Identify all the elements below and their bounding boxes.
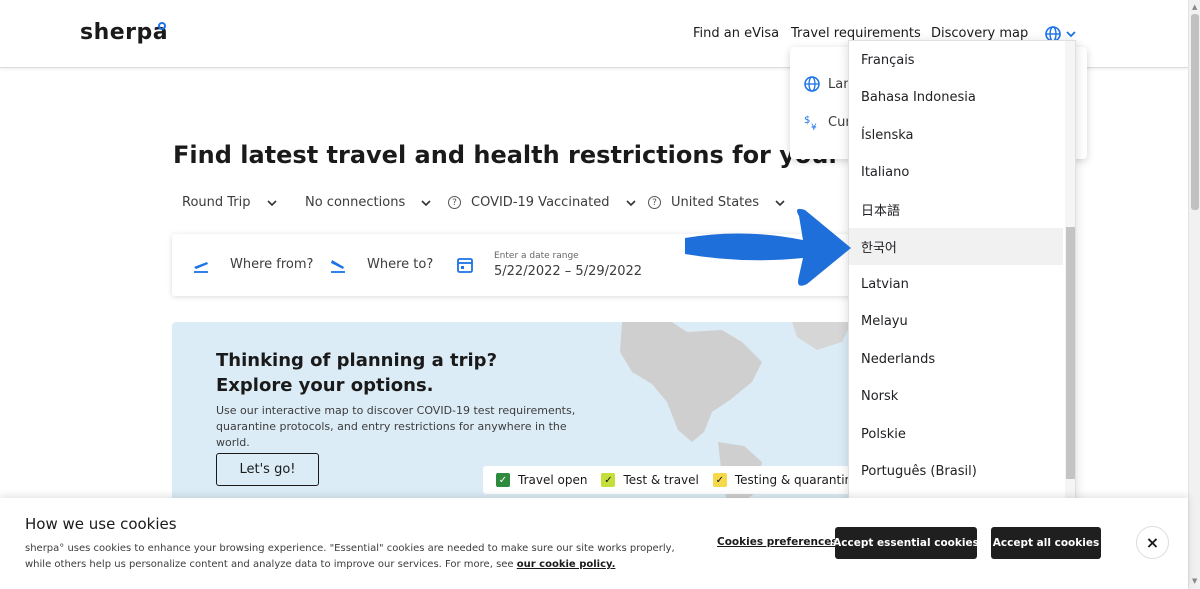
nav-discovery-map[interactable]: Discovery map <box>931 26 1028 41</box>
cookie-text: sherpa° uses cookies to enhance your bro… <box>25 541 685 573</box>
close-icon[interactable]: × <box>1136 526 1169 559</box>
cookie-preferences-link[interactable]: Cookies preferences <box>717 536 838 548</box>
panel-title-line1: Thinking of planning a trip? <box>216 350 498 371</box>
language-dropdown[interactable]: Français Bahasa Indonesia Íslenska Itali… <box>848 40 1076 500</box>
dropdown-scrollbar[interactable] <box>1065 41 1075 499</box>
to-input[interactable]: Where to? <box>367 257 433 272</box>
language-option[interactable]: Latvian <box>849 266 1063 303</box>
calendar-icon <box>457 258 473 273</box>
help-icon: ? <box>448 196 461 209</box>
legend-travel-open: ✓ Travel open <box>496 473 587 487</box>
dropdown-scrollbar-thumb[interactable] <box>1066 227 1075 479</box>
panel-description: Use our interactive map to discover COVI… <box>216 404 576 449</box>
language-option[interactable]: Melayu <box>849 303 1063 340</box>
nav-find-evisa[interactable]: Find an eVisa <box>693 26 779 41</box>
connections-select[interactable]: No connections <box>305 195 431 210</box>
vaccination-select[interactable]: ? COVID-19 Vaccinated <box>448 195 636 210</box>
language-menu-item[interactable]: Lan <box>804 76 851 92</box>
map-legend: ✓ Travel open ✓ Test & travel ✓ Testing … <box>483 466 872 494</box>
date-range-label: Enter a date range <box>494 251 579 261</box>
logo[interactable]: sherpa <box>80 20 168 45</box>
currency-exchange-icon: $ ¥ <box>804 115 817 131</box>
cookie-policy-link[interactable]: our cookie policy. <box>517 559 616 570</box>
language-option[interactable]: Français <box>849 42 1063 79</box>
date-range-input[interactable]: 5/22/2022 – 5/29/2022 <box>494 264 642 279</box>
chevron-down-icon <box>625 199 636 206</box>
language-option[interactable]: Bahasa Indonesia <box>849 79 1063 116</box>
svg-text:$: $ <box>804 115 810 126</box>
language-option[interactable]: Português (Brasil) <box>849 453 1063 490</box>
accept-essential-button[interactable]: Accept essential cookies <box>833 527 979 559</box>
legend-test-travel: ✓ Test & travel <box>601 473 699 487</box>
cookie-banner: How we use cookies sherpa° uses cookies … <box>0 498 1188 589</box>
chevron-down-icon[interactable] <box>1065 28 1077 40</box>
check-icon: ✓ <box>712 473 727 487</box>
lets-go-button[interactable]: Let's go! <box>216 453 319 486</box>
annotation-arrow-icon <box>685 208 851 286</box>
svg-text:¥: ¥ <box>811 123 817 131</box>
panel-title: Thinking of planning a trip? Explore you… <box>216 348 497 398</box>
language-option[interactable]: Íslenska <box>849 117 1063 154</box>
scroll-down-icon[interactable]: ▼ <box>1192 577 1197 585</box>
language-option[interactable]: Italiano <box>849 154 1063 191</box>
page-scrollbar[interactable]: ▲ ▼ <box>1188 0 1200 589</box>
trip-type-label: Round Trip <box>182 195 251 210</box>
language-option-highlighted[interactable]: 한국어 <box>849 228 1063 265</box>
vaccination-label: COVID-19 Vaccinated <box>471 195 610 210</box>
accept-all-button[interactable]: Accept all cookies <box>991 527 1101 559</box>
language-option[interactable]: 日本語 <box>849 191 1063 228</box>
chevron-down-icon <box>421 199 431 206</box>
language-option[interactable]: Polskie <box>849 416 1063 453</box>
trip-type-select[interactable]: Round Trip <box>182 195 277 210</box>
currency-menu-item[interactable]: $ ¥ Cur <box>804 113 851 132</box>
plane-landing-icon <box>331 260 345 273</box>
legend-label: Testing & quarantine <box>734 473 860 487</box>
check-icon: ✓ <box>496 473 510 487</box>
logo-dot-icon <box>158 22 166 30</box>
panel-title-line2: Explore your options. <box>216 375 434 396</box>
scroll-up-icon[interactable]: ▲ <box>1192 3 1197 11</box>
legend-label: Test & travel <box>623 473 699 487</box>
connections-label: No connections <box>305 195 406 210</box>
globe-icon <box>804 76 820 92</box>
page-scrollbar-thumb[interactable] <box>1191 14 1199 210</box>
chevron-down-icon <box>266 199 277 206</box>
cookie-title: How we use cookies <box>25 515 177 533</box>
language-option[interactable]: Nederlands <box>849 341 1063 378</box>
from-input[interactable]: Where from? <box>230 257 313 272</box>
help-icon: ? <box>648 196 661 209</box>
legend-testing-quarantine: ✓ Testing & quarantine <box>712 473 860 487</box>
nav-travel-requirements[interactable]: Travel requirements <box>791 26 921 41</box>
language-option[interactable]: Norsk <box>849 378 1063 415</box>
discovery-map-panel: Thinking of planning a trip? Explore you… <box>172 322 872 502</box>
plane-takeoff-icon <box>194 262 208 273</box>
check-icon: ✓ <box>601 473 616 487</box>
legend-label: Travel open <box>518 473 588 487</box>
